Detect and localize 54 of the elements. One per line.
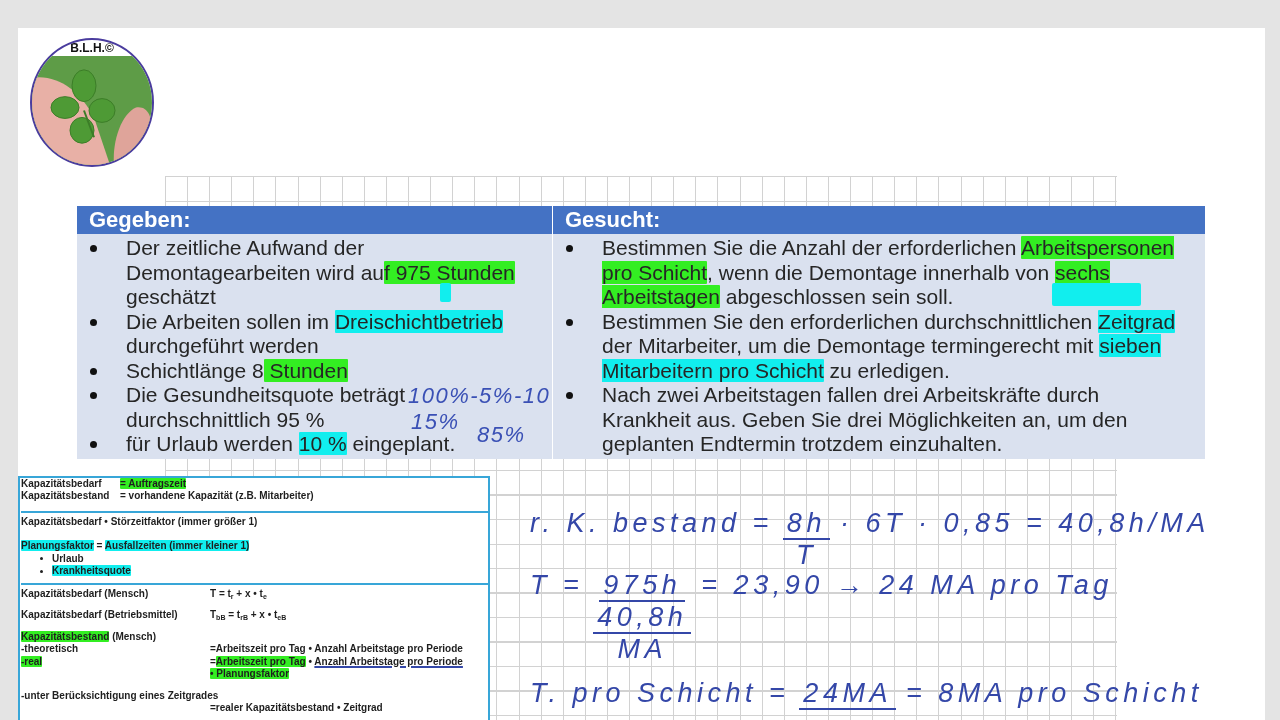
bullet-icon [90,367,97,375]
formula-label: Kapazitätsbestand [21,490,111,503]
bullet-icon [40,557,43,561]
bullet-icon [90,441,97,448]
formula-label: -unter Berücksichtigung eines Zeitgrades [21,689,219,702]
bullet-icon [90,318,97,326]
bullet-icon [566,318,573,326]
handwritten-text: T = [530,569,584,600]
handwritten-text: 40,8h [593,601,692,634]
bullet-icon [566,392,573,399]
highlighter-stroke [440,283,451,302]
formula-label: Kapazitätsbedarf (Betriebsmittel) [21,609,179,622]
handwritten-note: 85% [477,422,526,448]
formula-label: Planungsfaktor = Ausfallzeiten (immer kleiner 1) [21,540,250,553]
formula-text: =realer Kapazitätsbestand • Zeitgrad [210,702,383,715]
handwritten-text: T [794,539,818,570]
bullet-icon [90,392,97,399]
handwritten-text: T. pro Schicht = [530,677,790,708]
formula-label: Urlaub [52,552,84,565]
bullet-text: Nach zwei Arbeitstagen fallen drei Arbeitskräfte durch Krankheit aus. Geben Sie drei Möglichkeiten an, um den geplanten Endtermin trotzdem einzuhalten. [602,383,1129,457]
bullet-icon [90,245,97,252]
bullet-text: Der zeitliche Aufwand der Demontagearbeiten wird auf 975 Stunden geschätzt [126,236,516,310]
column-heading: Gesucht: [553,206,1205,234]
handwritten-text: r. K. bestand = [530,507,773,538]
bullet-icon [566,245,573,252]
formula-label: Krankheitsquote [52,565,131,578]
bullet-text: Bestimmen Sie den erforderlichen durchschnittlichen Zeitgrad der Mitarbeiter, um die Demontage termingerecht mit sieben Mitarbeitern pro Schicht zu erledigen. [602,309,1177,383]
handwritten-text: MA [617,633,668,664]
handwritten-text: 975h [599,569,686,602]
formula-text: • Planungsfaktor [210,668,290,681]
bullet-text: für Urlaub werden 10 % eingeplant. [126,432,457,457]
handwritten-text: = 8MA pro Schicht [905,677,1203,708]
handwritten-note: 15% [411,409,460,435]
handwritten-text: 24MA [799,677,896,710]
bullet-icon [40,569,43,573]
formula-label: -real [21,655,44,668]
formula-label: Kapazitätsbestand (Mensch) [21,630,158,643]
column-heading: Gegeben: [77,206,552,234]
handwritten-text: 8h [782,507,830,540]
formula-label: Kapazitätsbedarf [21,477,103,490]
formula-label: Kapazitätsbedarf • Störzeitfaktor (immer größer 1) [21,515,258,528]
formula-text: = Auftragszeit [120,477,187,490]
formula-label: Kapazitätsbedarf (Mensch) [21,587,150,600]
bullet-text: Die Arbeiten sollen im Dreischichtbetrieb durchgeführt werden [126,309,505,359]
logo-text: B.L.H.© [70,41,114,55]
handwritten-note: 100%-5%-10 [408,383,551,409]
formula-text: = vorhandene Kapazität (z.B. Mitarbeiter) [120,490,314,503]
handwritten-text: = 23,90 → 24 MA pro Tag [701,569,1113,600]
formula-text: T$_{bB}$ = t$_{rB}$ + x • t$_{eB}$ [210,609,287,622]
formula-text: T = t$_{r}$ + x • t$_{e}$ [210,587,267,600]
bullet-text: Schichtlänge 8 Stunden [126,358,349,383]
formula-label: -theoretisch [21,643,80,656]
formula-text: =Arbeitszeit pro Tag • Anzahl Arbeitstage pro Periode [210,643,463,656]
handwritten-text: · 6T · 0,85 = 40,8h/MA [839,507,1210,538]
